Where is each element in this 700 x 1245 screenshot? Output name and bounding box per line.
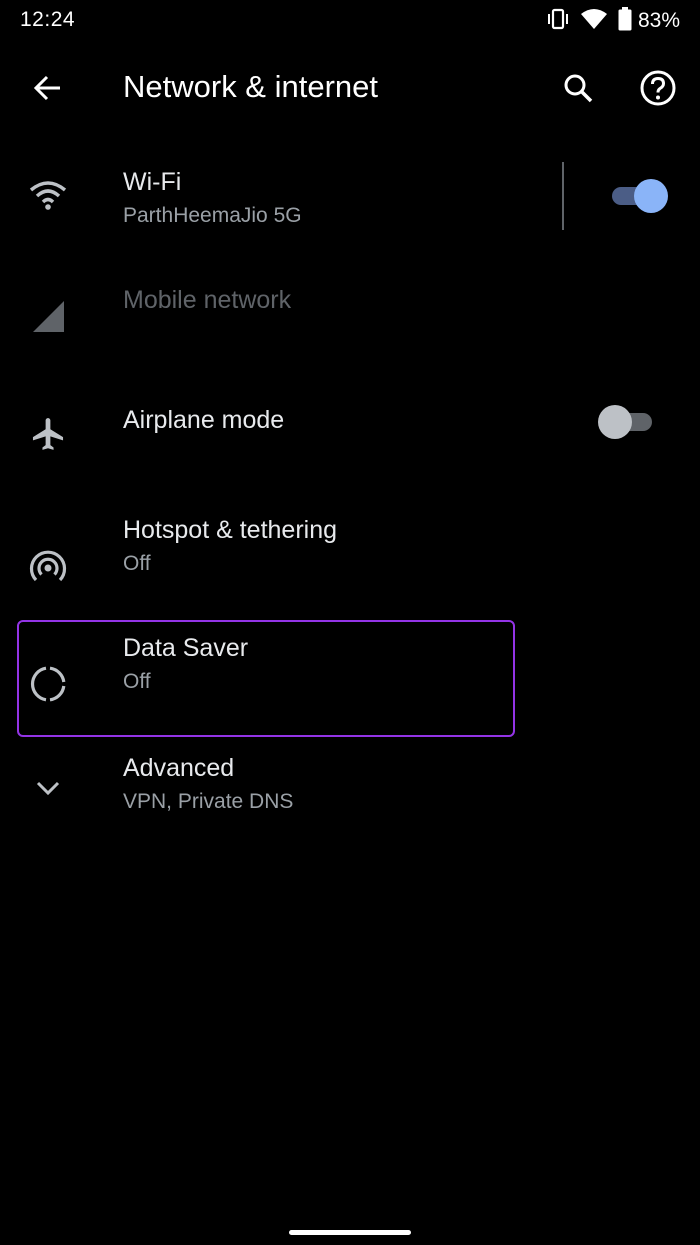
chevron-down-icon (28, 768, 68, 808)
status-bar: 12:24 83% (0, 0, 700, 42)
wifi-toggle-thumb (634, 179, 668, 213)
mobile-network-row[interactable]: Mobile network (0, 256, 700, 376)
airplane-toggle-thumb (598, 405, 632, 439)
vibrate-icon (546, 8, 570, 35)
search-icon (562, 72, 594, 109)
hotspot-row[interactable]: Hotspot & tethering Off (0, 496, 700, 616)
advanced-summary: VPN, Private DNS (123, 790, 294, 813)
battery-icon (618, 6, 632, 36)
mobile-network-title: Mobile network (123, 286, 292, 314)
hotspot-summary: Off (123, 552, 151, 575)
gesture-nav-handle[interactable] (289, 1230, 411, 1235)
back-arrow-icon (32, 72, 64, 109)
wifi-summary: ParthHeemaJio 5G (123, 204, 302, 227)
app-bar: Network & internet (0, 42, 700, 138)
settings-list: Wi-Fi ParthHeemaJio 5G Mobile network Ai… (0, 138, 700, 856)
status-icons: 83% (546, 6, 680, 36)
cell-signal-icon (28, 296, 68, 336)
highlight-box (17, 620, 515, 737)
help-button[interactable] (632, 64, 684, 116)
data-saver-summary: Off (123, 670, 151, 693)
advanced-row[interactable]: Advanced VPN, Private DNS (0, 736, 700, 856)
data-saver-icon (28, 664, 68, 704)
wifi-row[interactable]: Wi-Fi ParthHeemaJio 5G (0, 138, 700, 256)
data-saver-title: Data Saver (123, 634, 249, 662)
wifi-divider (562, 162, 564, 230)
wifi-icon (28, 176, 68, 216)
advanced-title: Advanced (123, 754, 235, 782)
help-icon (639, 69, 677, 112)
battery-percent: 83% (637, 9, 680, 32)
airplane-mode-title: Airplane mode (123, 406, 285, 434)
airplane-mode-row[interactable]: Airplane mode (0, 376, 700, 496)
back-button[interactable] (22, 64, 74, 116)
hotspot-icon (28, 548, 68, 588)
wifi-toggle[interactable] (604, 176, 668, 216)
airplane-icon (28, 414, 68, 454)
airplane-mode-toggle[interactable] (598, 402, 658, 442)
data-saver-row[interactable]: Data Saver Off (0, 616, 700, 737)
hotspot-title: Hotspot & tethering (123, 516, 338, 544)
search-button[interactable] (552, 64, 604, 116)
wifi-title: Wi-Fi (123, 168, 182, 196)
page-title: Network & internet (123, 69, 378, 104)
wifi-signal-icon (580, 8, 608, 35)
status-time: 12:24 (20, 8, 76, 31)
